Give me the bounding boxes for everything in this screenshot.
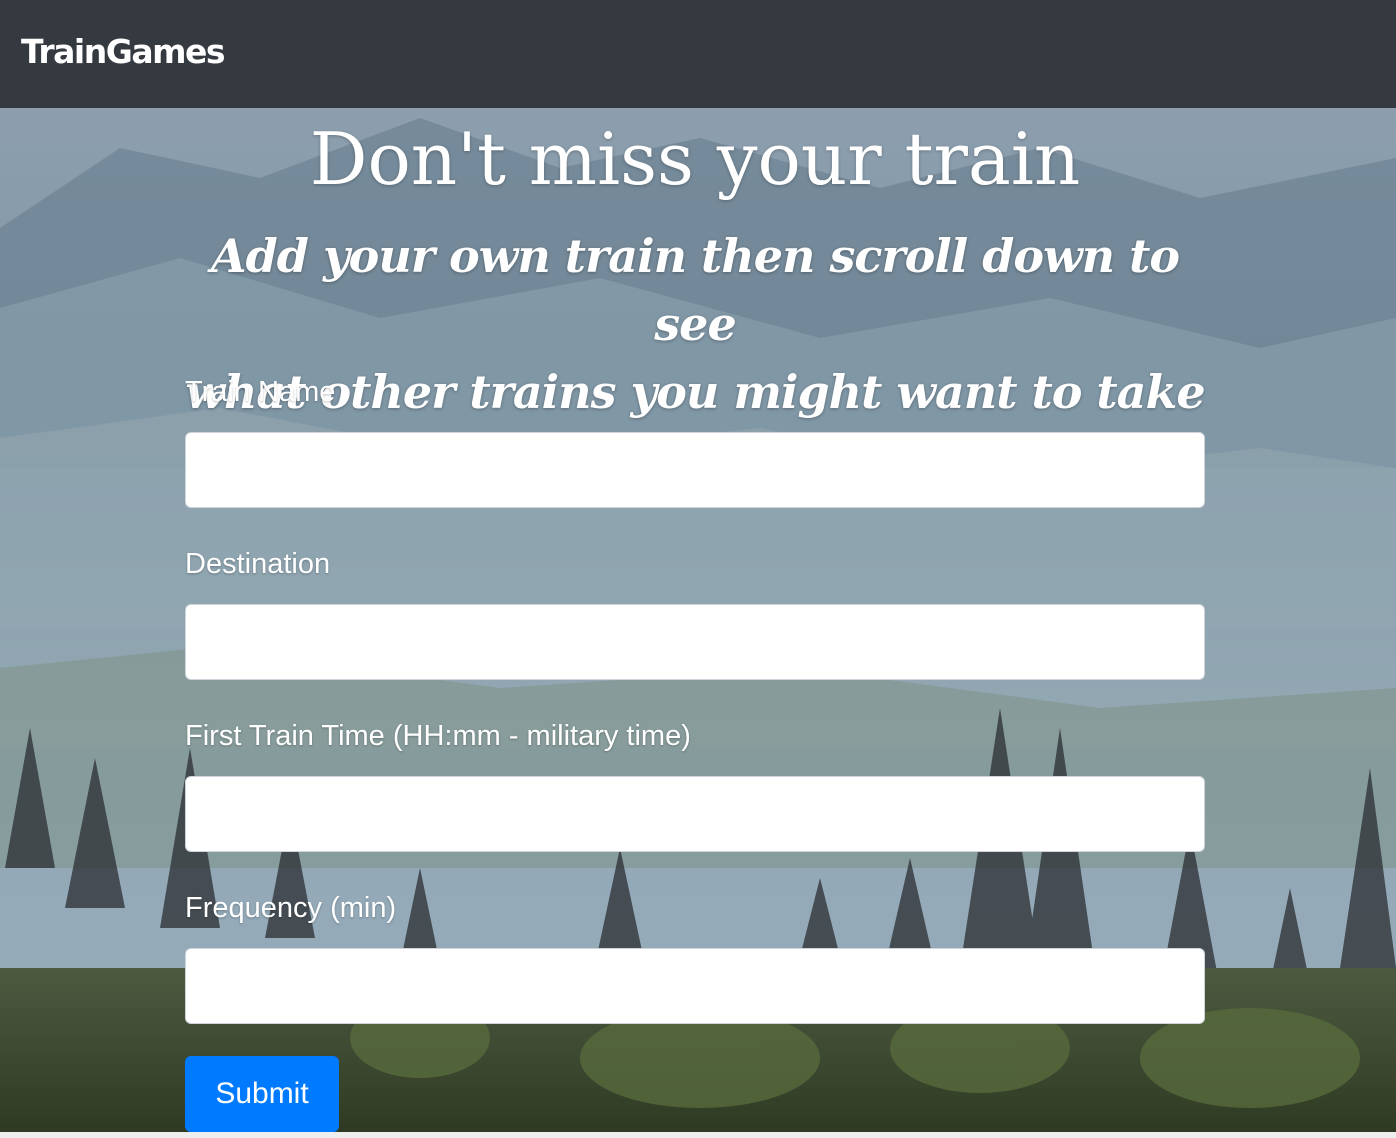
navbar: TrainGames xyxy=(0,0,1396,108)
frequency-label: Frequency (min) xyxy=(185,892,397,924)
train-name-label: Train Name xyxy=(185,376,336,408)
subtitle-line-1: Add your own train then scroll down to s… xyxy=(210,229,1180,351)
subtitle-line-2: what other trains you might want to take xyxy=(185,365,1205,419)
page-title: Don't miss your train xyxy=(309,117,1081,201)
first-train-time-input[interactable] xyxy=(185,776,1205,852)
first-train-time-label: First Train Time (HH:mm - military time) xyxy=(185,720,691,752)
brand-logo[interactable]: TrainGames xyxy=(21,30,226,74)
train-name-input[interactable] xyxy=(185,432,1205,508)
submit-button[interactable]: Submit xyxy=(185,1056,339,1132)
destination-label: Destination xyxy=(185,548,331,580)
frequency-input[interactable] xyxy=(185,948,1205,1024)
destination-input[interactable] xyxy=(185,604,1205,680)
